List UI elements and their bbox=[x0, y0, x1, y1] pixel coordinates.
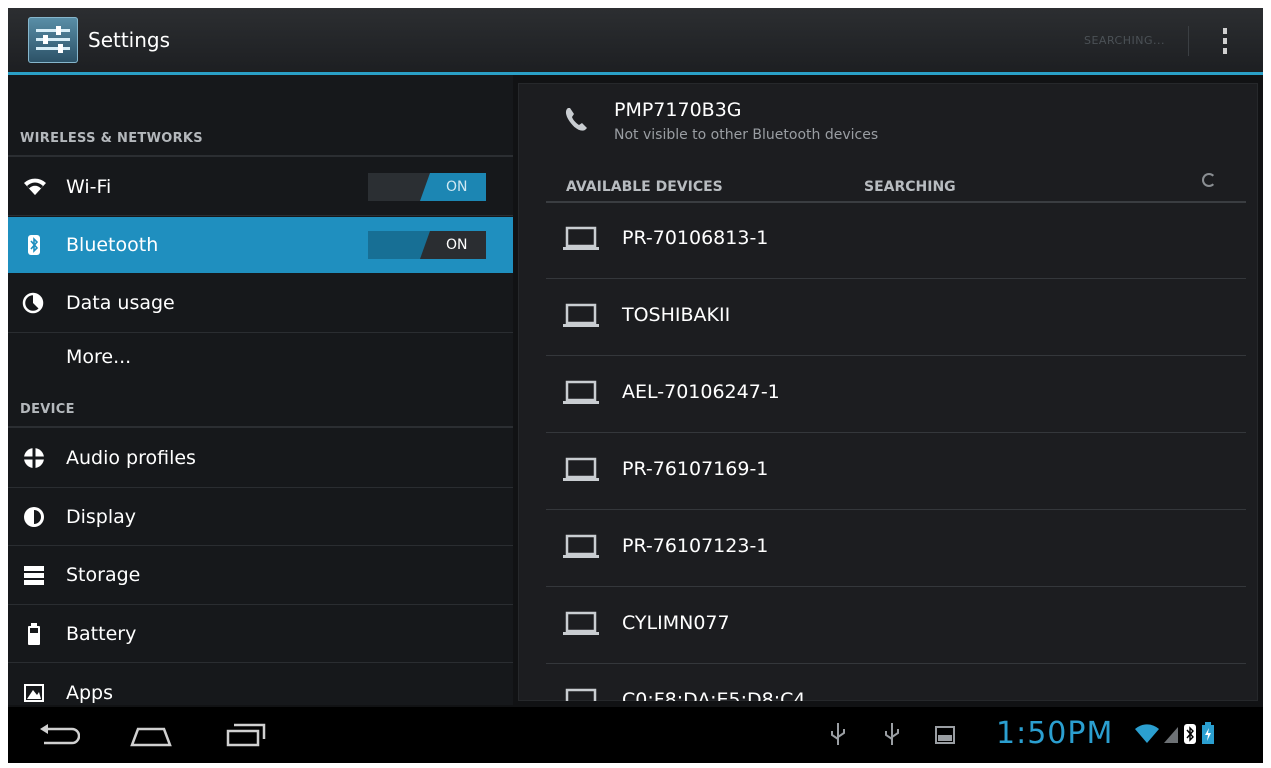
settings-sidebar: WIRELESS & NETWORKS Wi-Fi ON Bluetooth O… bbox=[8, 75, 513, 705]
sidebar-item-label: Storage bbox=[66, 564, 141, 586]
searching-label: SEARCHING bbox=[864, 179, 956, 195]
sidebar-item-label: Apps bbox=[66, 682, 114, 704]
storage-icon bbox=[22, 563, 48, 587]
bluetooth-toggle[interactable]: ON bbox=[368, 231, 486, 259]
display-icon bbox=[22, 505, 48, 529]
sidebar-item-battery[interactable]: Battery bbox=[8, 606, 513, 662]
search-status: SEARCHING... bbox=[1084, 34, 1165, 47]
laptop-icon bbox=[563, 534, 599, 558]
list-item[interactable]: PR-76107169-1 bbox=[546, 434, 1246, 510]
list-item[interactable]: PR-76107123-1 bbox=[546, 511, 1246, 587]
list-item[interactable]: CYLIMN077 bbox=[546, 588, 1246, 664]
bluetooth-panel: PMP7170B3G Not visible to other Bluetoot… bbox=[518, 83, 1258, 701]
local-device-name[interactable]: PMP7170B3G bbox=[614, 99, 742, 121]
sidebar-item-wifi[interactable]: Wi-Fi ON bbox=[8, 159, 513, 215]
audio-profiles-icon bbox=[22, 446, 48, 470]
laptop-icon bbox=[563, 611, 599, 635]
battery-status-icon bbox=[1202, 722, 1214, 744]
sidebar-item-audio-profiles[interactable]: Audio profiles bbox=[8, 430, 513, 486]
system-navigation-bar: 1:50PM bbox=[8, 707, 1263, 763]
wifi-icon bbox=[22, 175, 48, 199]
sidebar-item-bluetooth[interactable]: Bluetooth ON bbox=[8, 217, 513, 273]
device-name: PR-76107123-1 bbox=[622, 535, 769, 557]
overflow-menu-icon[interactable] bbox=[1218, 28, 1232, 56]
battery-icon bbox=[22, 622, 48, 646]
device-name: TOSHIBAKII bbox=[622, 304, 731, 326]
laptop-icon bbox=[563, 226, 599, 250]
divider bbox=[546, 432, 1246, 433]
divider bbox=[8, 662, 513, 663]
sidebar-item-label: Audio profiles bbox=[66, 447, 196, 469]
sidebar-item-label: More... bbox=[66, 346, 132, 368]
sidebar-item-apps[interactable]: Apps bbox=[8, 665, 513, 705]
device-name: CYLIMN077 bbox=[622, 612, 730, 634]
divider bbox=[8, 604, 513, 605]
divider bbox=[546, 663, 1246, 664]
list-item[interactable]: C0:F8:DA:E5:D8:C4 bbox=[546, 665, 1246, 701]
divider bbox=[8, 332, 513, 333]
sidebar-item-label: Battery bbox=[66, 623, 137, 645]
sidebar-item-label: Display bbox=[66, 506, 137, 528]
sidebar-item-label: Wi-Fi bbox=[66, 176, 112, 198]
app-title: Settings bbox=[88, 28, 171, 52]
visibility-status[interactable]: Not visible to other Bluetooth devices bbox=[614, 127, 878, 143]
sidebar-item-data-usage[interactable]: Data usage bbox=[8, 275, 513, 331]
device-name: AEL-70106247-1 bbox=[622, 381, 780, 403]
divider bbox=[546, 355, 1246, 356]
device-name: C0:F8:DA:E5:D8:C4 bbox=[622, 689, 806, 701]
sidebar-item-more[interactable]: More... bbox=[8, 334, 513, 380]
device-name: PR-76107169-1 bbox=[622, 458, 769, 480]
section-header-device: DEVICE bbox=[20, 402, 75, 417]
usb-icon[interactable] bbox=[828, 721, 848, 749]
clock[interactable]: 1:50PM bbox=[996, 716, 1113, 751]
phone-icon bbox=[562, 105, 592, 139]
cell-signal-icon bbox=[1164, 727, 1178, 743]
sidebar-item-label: Bluetooth bbox=[66, 234, 159, 256]
recent-apps-button-icon[interactable] bbox=[224, 721, 268, 749]
sidebar-item-label: Data usage bbox=[66, 292, 175, 314]
divider bbox=[8, 215, 513, 216]
home-button-icon[interactable] bbox=[128, 721, 174, 749]
apps-icon bbox=[22, 681, 48, 705]
available-devices-header: AVAILABLE DEVICES bbox=[566, 179, 723, 195]
divider bbox=[546, 586, 1246, 587]
sidebar-item-display[interactable]: Display bbox=[8, 489, 513, 545]
divider bbox=[546, 509, 1246, 510]
laptop-icon bbox=[563, 380, 599, 404]
device-name: PR-70106813-1 bbox=[622, 227, 769, 249]
laptop-icon bbox=[563, 457, 599, 481]
section-divider bbox=[8, 426, 513, 428]
back-button-icon[interactable] bbox=[36, 721, 80, 749]
toggle-label: ON bbox=[446, 237, 468, 253]
divider bbox=[546, 278, 1246, 279]
tablet-screen: Settings SEARCHING... WIRELESS & NETWORK… bbox=[8, 8, 1263, 763]
laptop-icon bbox=[565, 688, 597, 701]
wifi-signal-icon bbox=[1135, 724, 1159, 743]
screenshot-notification-icon[interactable] bbox=[934, 721, 958, 749]
usb-debugging-icon[interactable] bbox=[882, 721, 902, 749]
list-item[interactable]: AEL-70106247-1 bbox=[546, 357, 1246, 433]
section-divider bbox=[8, 155, 513, 157]
action-bar: Settings SEARCHING... bbox=[8, 8, 1263, 72]
divider bbox=[8, 487, 513, 488]
wifi-toggle[interactable]: ON bbox=[368, 173, 486, 201]
laptop-icon bbox=[563, 303, 599, 327]
bluetooth-status-icon bbox=[1184, 724, 1196, 744]
section-header-wireless: WIRELESS & NETWORKS bbox=[20, 131, 203, 146]
list-item[interactable]: TOSHIBAKII bbox=[546, 280, 1246, 356]
progress-spinner-icon bbox=[1202, 173, 1216, 187]
toggle-label: ON bbox=[446, 179, 468, 195]
divider bbox=[8, 545, 513, 546]
bluetooth-icon bbox=[22, 233, 48, 257]
action-bar-divider bbox=[1188, 26, 1189, 56]
sidebar-item-storage[interactable]: Storage bbox=[8, 547, 513, 603]
list-item[interactable]: PR-70106813-1 bbox=[546, 203, 1246, 279]
data-usage-icon bbox=[22, 291, 48, 315]
settings-app-icon[interactable] bbox=[28, 17, 78, 63]
